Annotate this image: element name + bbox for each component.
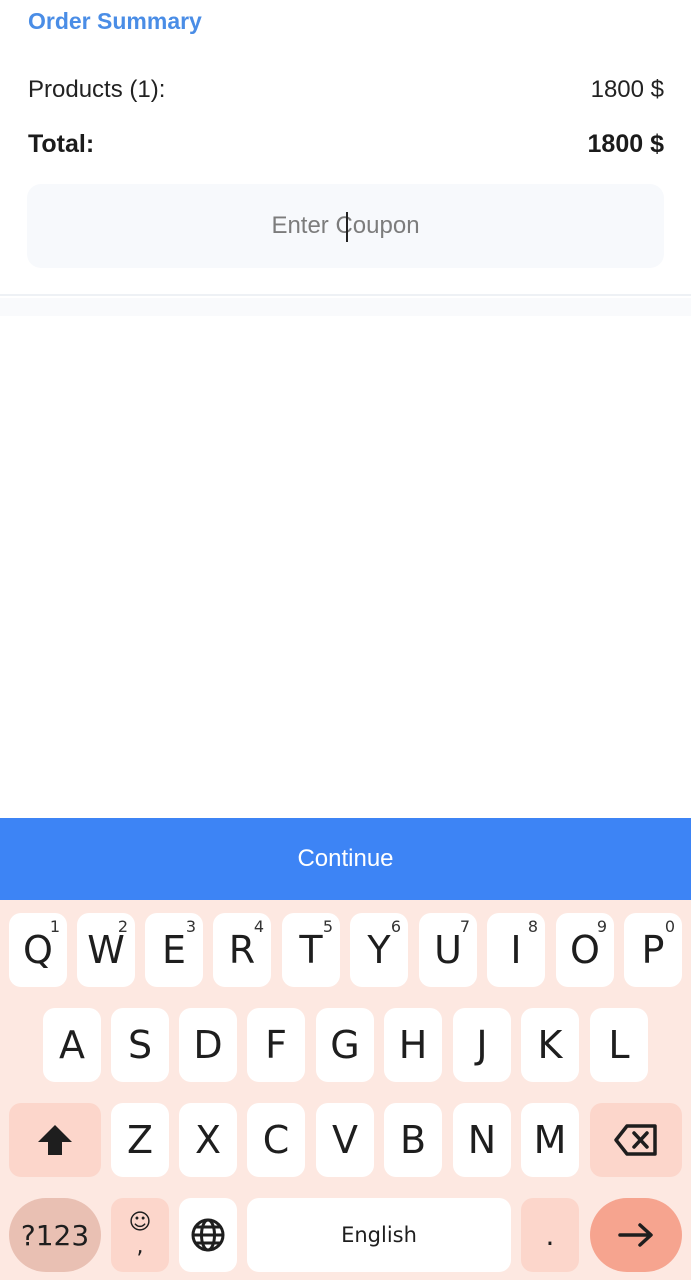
key-hint: 2 [117, 917, 128, 936]
key-s[interactable]: S [111, 1008, 169, 1082]
key-t[interactable]: T5 [282, 913, 340, 987]
products-row: Products (1): 1800 $ [28, 74, 664, 106]
page-title: Order Summary [28, 8, 202, 34]
globe-icon [191, 1218, 225, 1252]
key-x[interactable]: X [179, 1103, 237, 1177]
key-hint: 0 [664, 917, 675, 936]
emoji-icon: ☺ [128, 1210, 152, 1235]
period-key[interactable]: . [521, 1198, 579, 1272]
backspace-icon [614, 1124, 657, 1156]
key-hint: 1 [49, 917, 60, 936]
key-l[interactable]: L [590, 1008, 648, 1082]
key-p[interactable]: P0 [624, 913, 682, 987]
backspace-key[interactable] [590, 1103, 682, 1177]
key-c[interactable]: C [247, 1103, 305, 1177]
key-hint: 7 [459, 917, 470, 936]
key-b[interactable]: B [384, 1103, 442, 1177]
key-z[interactable]: Z [111, 1103, 169, 1177]
space-key[interactable]: English [247, 1198, 511, 1272]
emoji-comma-key[interactable]: ☺ , [111, 1198, 169, 1272]
symbols-key[interactable]: ?123 [9, 1198, 101, 1272]
products-label: Products (1): [28, 76, 166, 103]
key-n[interactable]: N [453, 1103, 511, 1177]
key-y[interactable]: Y6 [350, 913, 408, 987]
key-f[interactable]: F [247, 1008, 305, 1082]
divider [0, 298, 691, 316]
key-k[interactable]: K [521, 1008, 579, 1082]
order-summary-card: Products (1): 1800 $ Total: 1800 $ [0, 46, 691, 296]
key-o[interactable]: O9 [556, 913, 614, 987]
key-g[interactable]: G [316, 1008, 374, 1082]
key-hint: 5 [322, 917, 333, 936]
total-value: 1800 $ [587, 129, 664, 158]
keyboard: Q1 W2 E3 R4 T5 Y6 U7 I8 O9 P0 A S D F G … [0, 900, 691, 1280]
total-label: Total: [28, 129, 95, 158]
key-v[interactable]: V [316, 1103, 374, 1177]
arrow-right-icon [618, 1223, 653, 1247]
shift-key[interactable] [9, 1103, 101, 1177]
key-i[interactable]: I8 [487, 913, 545, 987]
continue-button[interactable]: Continue [0, 818, 691, 900]
key-w[interactable]: W2 [77, 913, 135, 987]
language-key[interactable] [179, 1198, 237, 1272]
key-u[interactable]: U7 [419, 913, 477, 987]
key-hint: 9 [596, 917, 607, 936]
key-a[interactable]: A [43, 1008, 101, 1082]
key-q[interactable]: Q1 [9, 913, 67, 987]
key-hint: 8 [527, 917, 538, 936]
enter-key[interactable] [590, 1198, 682, 1272]
key-j[interactable]: J [453, 1008, 511, 1082]
key-h[interactable]: H [384, 1008, 442, 1082]
key-r[interactable]: R4 [213, 913, 271, 987]
header: Order Summary [0, 0, 691, 46]
text-caret [346, 212, 348, 242]
key-d[interactable]: D [179, 1008, 237, 1082]
key-hint: 3 [185, 917, 196, 936]
key-m[interactable]: M [521, 1103, 579, 1177]
key-hint: 4 [253, 917, 264, 936]
total-row: Total: 1800 $ [28, 128, 664, 160]
comma-label: , [136, 1234, 144, 1259]
shift-icon [38, 1125, 72, 1155]
key-hint: 6 [390, 917, 401, 936]
key-e[interactable]: E3 [145, 913, 203, 987]
products-value: 1800 $ [590, 76, 664, 103]
